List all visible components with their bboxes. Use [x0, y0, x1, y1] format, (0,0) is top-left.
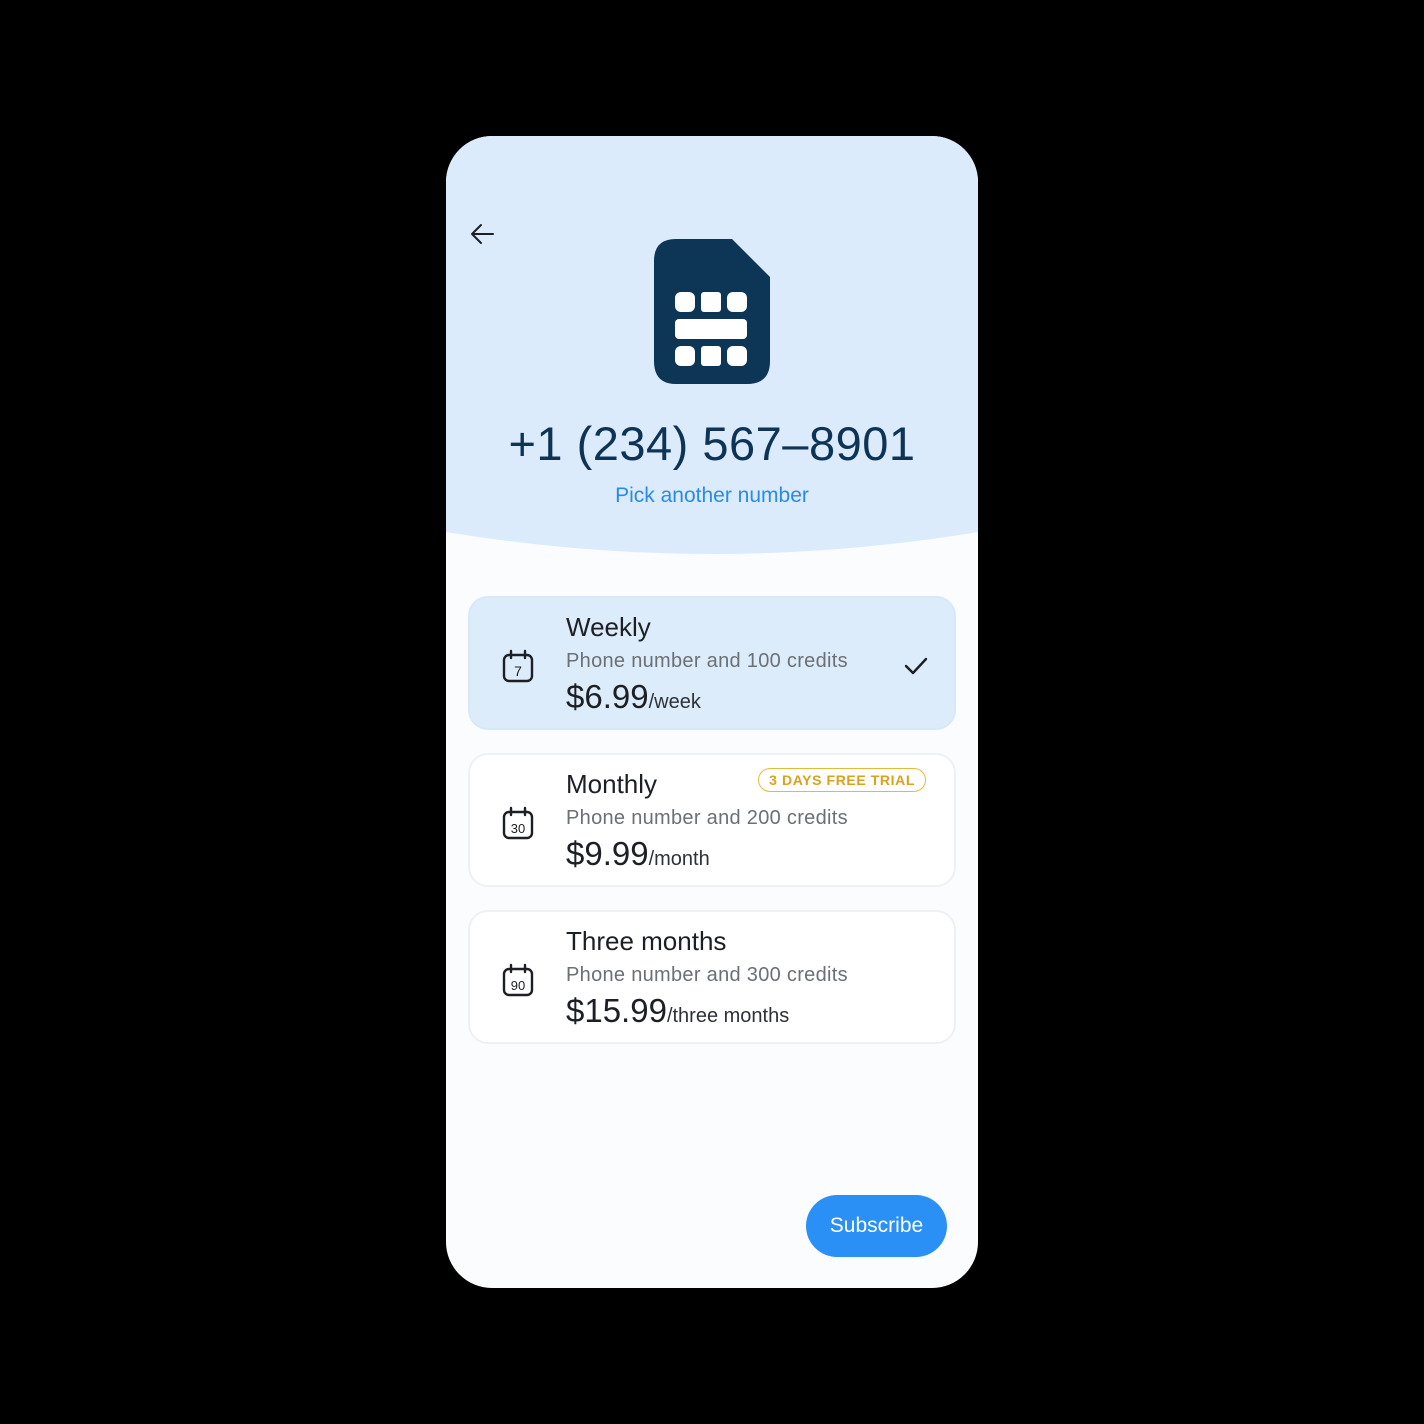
phone-screen: +1 (234) 567–8901 Pick another number 7 …: [446, 136, 978, 1288]
svg-text:7: 7: [514, 663, 522, 679]
free-trial-badge: 3 DAYS FREE TRIAL: [758, 768, 926, 792]
plan-description: Phone number and 200 credits: [566, 807, 848, 829]
subscribe-button[interactable]: Subscribe: [806, 1195, 947, 1257]
svg-text:30: 30: [511, 821, 525, 836]
plan-three-months[interactable]: 90 Three months Phone number and 300 cre…: [468, 910, 956, 1044]
price-unit: /week: [648, 691, 701, 713]
price-amount: $9.99: [566, 835, 649, 872]
back-button[interactable]: [464, 216, 500, 252]
plan-description: Phone number and 100 credits: [566, 650, 848, 672]
price-unit: /month: [648, 848, 710, 870]
price-amount: $6.99: [566, 678, 649, 715]
plan-price: $6.99/week: [566, 678, 701, 716]
plan-weekly[interactable]: 7 Weekly Phone number and 100 credits $6…: [468, 596, 956, 730]
pick-another-number-link[interactable]: Pick another number: [446, 484, 978, 508]
plan-monthly[interactable]: 30 Monthly 3 DAYS FREE TRIAL Phone numbe…: [468, 753, 956, 887]
price-unit: /three months: [666, 1005, 790, 1027]
check-icon: [904, 657, 928, 675]
calendar-30-icon: 30: [502, 806, 534, 840]
price-amount: $15.99: [566, 992, 667, 1029]
sim-card-icon: [654, 239, 770, 384]
arrow-left-icon: [471, 224, 494, 244]
plan-description: Phone number and 300 credits: [566, 964, 848, 986]
calendar-7-icon: 7: [502, 649, 534, 683]
plan-price: $9.99/month: [566, 835, 710, 873]
plan-title: Weekly: [566, 612, 651, 642]
calendar-90-icon: 90: [502, 963, 534, 997]
plan-title: Three months: [566, 926, 727, 956]
plan-title: Monthly: [566, 769, 658, 799]
svg-text:90: 90: [511, 978, 525, 993]
plan-price: $15.99/three months: [566, 992, 789, 1030]
phone-number: +1 (234) 567–8901: [508, 417, 916, 470]
